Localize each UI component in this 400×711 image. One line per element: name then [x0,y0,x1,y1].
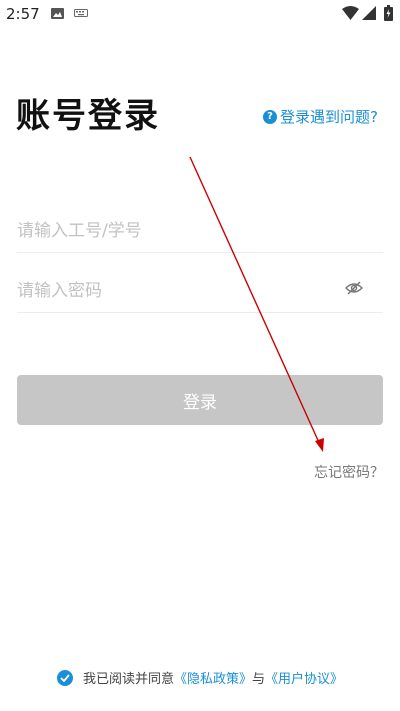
privacy-policy-link[interactable]: 《隐私政策》 [174,668,252,687]
checkmark-icon [60,673,70,682]
username-field [17,212,383,253]
wifi-icon [342,6,359,20]
battery-icon [384,5,393,21]
agreement-prefix: 我已阅读并同意 [82,672,174,687]
signal-icon [362,6,376,20]
keyboard-icon [74,9,88,17]
forgot-password-link[interactable]: 忘记密码？ [314,462,384,482]
page-title: 账号登录 [16,96,160,136]
status-time: 2:57 [6,5,40,23]
user-agreement-link[interactable]: 《用户协议》 [265,668,343,687]
username-input[interactable] [17,212,317,250]
agreement-conjunction: 与 [252,672,266,687]
password-field [17,272,383,313]
login-help-link[interactable]: ? 登录遇到问题? [263,106,378,127]
image-notification-icon [51,8,64,19]
login-button[interactable]: 登录 [17,375,383,425]
agree-checkbox[interactable] [56,669,73,686]
agreement-row: 我已阅读并同意 《隐私政策》 与 《用户协议》 [0,668,400,687]
login-help-label: 登录遇到问题? [280,108,378,126]
status-bar: 2:57 [0,0,400,28]
toggle-password-visibility-icon[interactable] [345,281,363,295]
password-input[interactable] [17,272,317,310]
question-icon: ? [263,109,278,124]
